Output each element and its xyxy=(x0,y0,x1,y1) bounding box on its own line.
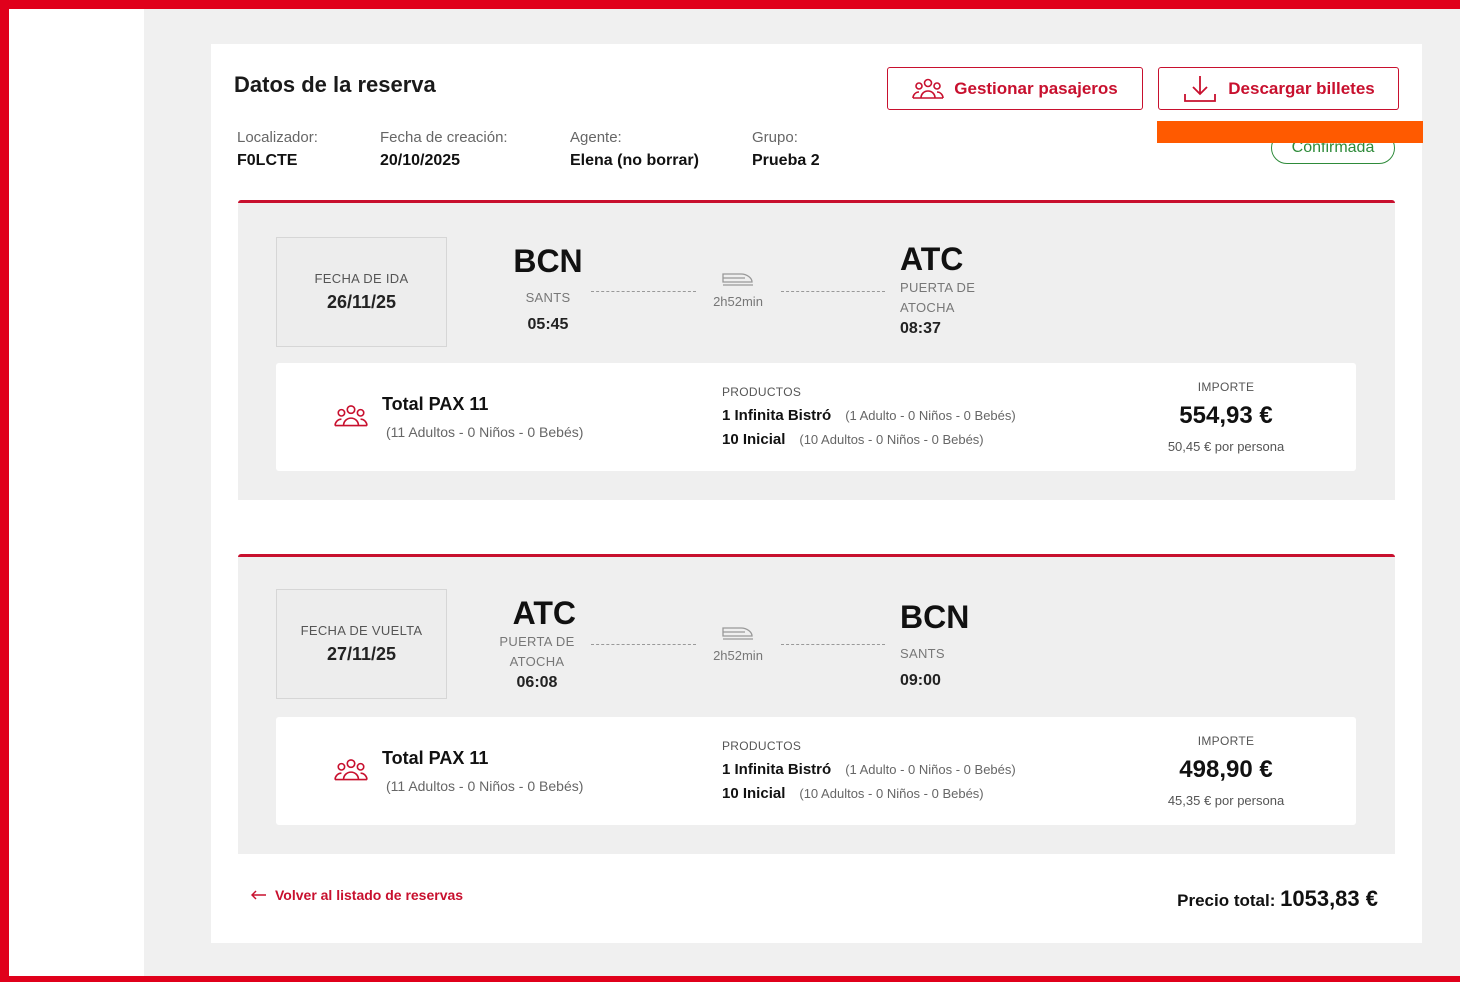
trip-return: FECHA DE VUELTA 27/11/25 ATC PUERTA DE A… xyxy=(238,554,1395,854)
meta-value: 20/10/2025 xyxy=(380,152,461,169)
departure-time: 06:08 xyxy=(516,674,558,691)
pax-breakdown: (11 Adultos - 0 Niños - 0 Bebés) xyxy=(386,424,584,440)
trip-date: 26/11/25 xyxy=(326,292,397,312)
per-person-amount: 45,35 € por persona xyxy=(1167,793,1285,808)
product-detail: (1 Adulto - 0 Niños - 0 Bebés) xyxy=(845,762,1016,777)
product-detail: (10 Adultos - 0 Niños - 0 Bebés) xyxy=(799,432,984,447)
station-name: PUERTA DE xyxy=(900,280,976,295)
total-price-label: Precio total: xyxy=(1177,891,1276,910)
trip-duration: 2h52min xyxy=(713,294,763,309)
highlight-bar xyxy=(1157,121,1423,143)
meta-value: Prueba 2 xyxy=(752,152,820,169)
trip-date-label: FECHA DE VUELTA xyxy=(300,623,423,638)
station-code: BCN xyxy=(513,243,583,279)
origin-station: ATC PUERTA DE ATOCHA 06:08 xyxy=(496,595,578,692)
download-tickets-label: Descargar billetes xyxy=(1228,78,1375,98)
train-icon xyxy=(722,273,753,286)
total-price: Precio total: 1053,83 € xyxy=(1177,886,1378,912)
arrival-time: 09:00 xyxy=(900,672,941,689)
station-code: ATC xyxy=(512,595,576,631)
trip-amount: 498,90 € xyxy=(1179,756,1273,783)
station-name: PUERTA DE xyxy=(499,634,575,649)
total-price-amount: 1053,83 € xyxy=(1280,886,1378,911)
train-icon xyxy=(722,627,753,640)
product-name: 10 Inicial xyxy=(722,785,786,802)
meta-label: Localizador: xyxy=(237,129,318,146)
station-name: SANTS xyxy=(525,290,571,305)
route-line xyxy=(781,644,885,645)
departure-time: 05:45 xyxy=(527,316,569,333)
product-row: 10 Inicial (10 Adultos - 0 Niños - 0 Bebé… xyxy=(722,431,984,448)
arrival-time: 08:37 xyxy=(900,320,941,337)
destination-station: ATC PUERTA DE ATOCHA 08:37 xyxy=(900,241,975,338)
trip-date-label: FECHA DE IDA xyxy=(314,271,409,286)
product-row: 10 Inicial (10 Adultos - 0 Niños - 0 Bebé… xyxy=(722,785,984,802)
group-icon xyxy=(334,405,368,427)
train-info: 2h52min xyxy=(708,625,768,663)
pax-total: Total PAX 11 xyxy=(382,394,489,414)
download-icon xyxy=(1184,75,1217,102)
product-detail: (10 Adultos - 0 Niños - 0 Bebés) xyxy=(799,786,984,801)
meta-value: F0LCTE xyxy=(237,152,298,169)
meta-group: Grupo: Prueba 2 xyxy=(752,129,820,170)
trip-amount: 554,93 € xyxy=(1179,402,1273,429)
meta-locator: Localizador: F0LCTE xyxy=(237,129,318,170)
group-icon xyxy=(912,78,945,99)
destination-station: BCN SANTS 09:00 xyxy=(900,599,969,690)
products-heading: PRODUCTOS xyxy=(722,739,802,753)
station-name: ATOCHA xyxy=(509,654,565,669)
route-line xyxy=(591,644,696,645)
station-name: ATOCHA xyxy=(900,300,955,315)
trip-date-box: FECHA DE VUELTA 27/11/25 xyxy=(276,589,447,699)
trip-duration: 2h52min xyxy=(713,648,763,663)
trip-summary-panel: Total PAX 11 (11 Adultos - 0 Niños - 0 B… xyxy=(276,363,1356,471)
meta-label: Grupo: xyxy=(752,129,798,146)
meta-label: Agente: xyxy=(570,129,622,146)
route-line xyxy=(591,291,696,292)
product-name: 1 Infinita Bistró xyxy=(722,761,832,778)
manage-passengers-button[interactable]: Gestionar pasajeros xyxy=(887,67,1143,110)
download-tickets-button[interactable]: Descargar billetes xyxy=(1158,67,1399,110)
arrow-left-icon xyxy=(251,890,266,900)
manage-passengers-label: Gestionar pasajeros xyxy=(954,78,1118,98)
station-name: SANTS xyxy=(900,646,945,661)
product-detail: (1 Adulto - 0 Niños - 0 Bebés) xyxy=(845,408,1016,423)
back-link-label: Volver al listado de reservas xyxy=(275,887,464,903)
meta-value: Elena (no borrar) xyxy=(570,152,699,169)
meta-created: Fecha de creación: 20/10/2025 xyxy=(380,129,508,170)
left-pane xyxy=(9,9,144,976)
product-name: 1 Infinita Bistró xyxy=(722,407,832,424)
product-name: 10 Inicial xyxy=(722,431,786,448)
trip-summary-panel: Total PAX 11 (11 Adultos - 0 Niños - 0 B… xyxy=(276,717,1356,825)
product-row: 1 Infinita Bistró (1 Adulto - 0 Niños - 0… xyxy=(722,407,1016,424)
pax-breakdown: (11 Adultos - 0 Niños - 0 Bebés) xyxy=(386,778,584,794)
train-info: 2h52min xyxy=(708,271,768,309)
trip-date: 27/11/25 xyxy=(326,644,397,664)
amount-heading: IMPORTE xyxy=(1197,734,1255,748)
back-to-bookings-link[interactable]: Volver al listado de reservas xyxy=(251,887,463,903)
trip-date-box: FECHA DE IDA 26/11/25 xyxy=(276,237,447,347)
product-row: 1 Infinita Bistró (1 Adulto - 0 Niños - 0… xyxy=(722,761,1016,778)
station-code: ATC xyxy=(900,241,964,277)
amount-heading: IMPORTE xyxy=(1197,380,1255,394)
per-person-amount: 50,45 € por persona xyxy=(1167,439,1285,454)
meta-label: Fecha de creación: xyxy=(380,129,508,146)
station-code: BCN xyxy=(900,599,970,635)
route-line xyxy=(781,291,885,292)
origin-station: BCN SANTS 05:45 xyxy=(508,243,588,334)
pax-total: Total PAX 11 xyxy=(382,748,489,768)
meta-agent: Agente: Elena (no borrar) xyxy=(570,129,699,170)
page-title: Datos de la reserva xyxy=(234,72,436,97)
group-icon xyxy=(334,759,368,781)
products-heading: PRODUCTOS xyxy=(722,385,802,399)
trip-outbound: FECHA DE IDA 26/11/25 BCN SANTS 05:45 2h… xyxy=(238,200,1395,500)
